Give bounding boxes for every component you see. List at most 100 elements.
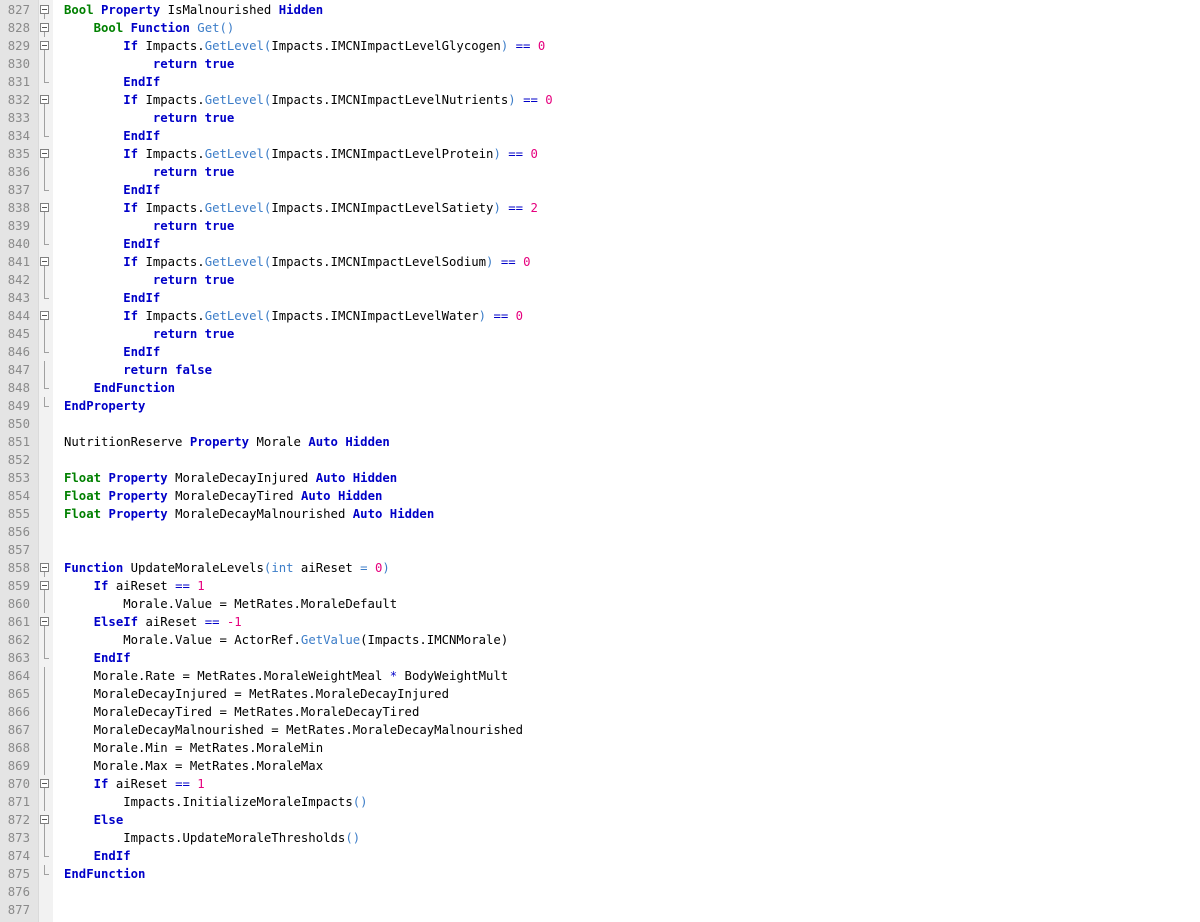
- code-line[interactable]: 853 Float Property MoraleDecayInjured Aut…: [0, 469, 1200, 487]
- code-text[interactable]: MoraleDecayMalnourished = MetRates.Moral…: [64, 721, 523, 739]
- code-line[interactable]: 827 Bool Property IsMalnourished Hidden: [0, 1, 1200, 19]
- code-line[interactable]: 872 Else: [0, 811, 1200, 829]
- code-text[interactable]: return false: [64, 361, 212, 379]
- code-text[interactable]: EndIf: [64, 847, 131, 865]
- code-line[interactable]: 835 If Impacts.GetLevel(Impacts.IMCNImpa…: [0, 145, 1200, 163]
- code-text[interactable]: If Impacts.GetLevel(Impacts.IMCNImpactLe…: [64, 307, 523, 325]
- code-text[interactable]: If Impacts.GetLevel(Impacts.IMCNImpactLe…: [64, 37, 545, 55]
- code-line[interactable]: 856: [0, 523, 1200, 541]
- code-text[interactable]: Float Property MoraleDecayMalnourished A…: [64, 505, 434, 523]
- code-line[interactable]: 867 MoraleDecayMalnourished = MetRates.M…: [0, 721, 1200, 739]
- code-text[interactable]: Impacts.UpdateMoraleThresholds(): [64, 829, 360, 847]
- code-text[interactable]: return true: [64, 55, 234, 73]
- code-line[interactable]: 841 If Impacts.GetLevel(Impacts.IMCNImpa…: [0, 253, 1200, 271]
- code-text[interactable]: return true: [64, 325, 234, 343]
- fold-collapse-icon[interactable]: [39, 613, 51, 631]
- code-line[interactable]: 837 EndIf: [0, 181, 1200, 199]
- code-editor[interactable]: 827 Bool Property IsMalnourished Hidden 82…: [0, 0, 1200, 922]
- code-text[interactable]: MoraleDecayTired = MetRates.MoraleDecayT…: [64, 703, 420, 721]
- code-text[interactable]: EndProperty: [64, 397, 145, 415]
- code-text[interactable]: If aiReset == 1: [64, 577, 205, 595]
- code-text[interactable]: return true: [64, 271, 234, 289]
- code-text[interactable]: Morale.Value = ActorRef.GetValue(Impacts…: [64, 631, 508, 649]
- code-line[interactable]: 869 Morale.Max = MetRates.MoraleMax: [0, 757, 1200, 775]
- code-line[interactable]: 862 Morale.Value = ActorRef.GetValue(Imp…: [0, 631, 1200, 649]
- code-text[interactable]: If aiReset == 1: [64, 775, 205, 793]
- code-line[interactable]: 861 ElseIf aiReset == -1: [0, 613, 1200, 631]
- code-line[interactable]: 866 MoraleDecayTired = MetRates.MoraleDe…: [0, 703, 1200, 721]
- code-line[interactable]: 873 Impacts.UpdateMoraleThresholds(): [0, 829, 1200, 847]
- code-line[interactable]: 843 EndIf: [0, 289, 1200, 307]
- code-text[interactable]: Morale.Max = MetRates.MoraleMax: [64, 757, 324, 775]
- code-line[interactable]: 857: [0, 541, 1200, 559]
- code-line[interactable]: 860 Morale.Value = MetRates.MoraleDefaul…: [0, 595, 1200, 613]
- code-text[interactable]: EndIf: [64, 181, 160, 199]
- code-line[interactable]: 833 return true: [0, 109, 1200, 127]
- code-text[interactable]: return true: [64, 217, 234, 235]
- fold-collapse-icon[interactable]: [39, 91, 51, 109]
- code-text[interactable]: Morale.Rate = MetRates.MoraleWeightMeal …: [64, 667, 509, 685]
- code-text[interactable]: Bool Function Get(): [64, 19, 235, 37]
- code-line[interactable]: 870 If aiReset == 1: [0, 775, 1200, 793]
- code-line[interactable]: 855 Float Property MoraleDecayMalnourishe…: [0, 505, 1200, 523]
- fold-collapse-icon[interactable]: [39, 307, 51, 325]
- fold-collapse-icon[interactable]: [39, 37, 51, 55]
- code-text[interactable]: If Impacts.GetLevel(Impacts.IMCNImpactLe…: [64, 199, 538, 217]
- code-line[interactable]: 868 Morale.Min = MetRates.MoraleMin: [0, 739, 1200, 757]
- code-text[interactable]: Function UpdateMoraleLevels(int aiReset …: [64, 559, 390, 577]
- code-line[interactable]: 865 MoraleDecayInjured = MetRates.Morale…: [0, 685, 1200, 703]
- code-line[interactable]: 836 return true: [0, 163, 1200, 181]
- fold-collapse-icon[interactable]: [39, 811, 51, 829]
- fold-collapse-icon[interactable]: [39, 775, 51, 793]
- code-text[interactable]: ElseIf aiReset == -1: [64, 613, 242, 631]
- code-line[interactable]: 828 Bool Function Get(): [0, 19, 1200, 37]
- fold-collapse-icon[interactable]: [39, 577, 51, 595]
- code-line[interactable]: 874 EndIf: [0, 847, 1200, 865]
- code-text[interactable]: Morale.Min = MetRates.MoraleMin: [64, 739, 324, 757]
- code-line[interactable]: 834 EndIf: [0, 127, 1200, 145]
- fold-collapse-icon[interactable]: [39, 253, 51, 271]
- code-line[interactable]: 851 NutritionReserve Property Morale Auto…: [0, 433, 1200, 451]
- fold-collapse-icon[interactable]: [39, 1, 51, 19]
- code-line[interactable]: 859 If aiReset == 1: [0, 577, 1200, 595]
- code-line[interactable]: 829 If Impacts.GetLevel(Impacts.IMCNImpa…: [0, 37, 1200, 55]
- code-line[interactable]: 840 EndIf: [0, 235, 1200, 253]
- code-line[interactable]: 847 return false: [0, 361, 1200, 379]
- code-line[interactable]: 858 Function UpdateMoraleLevels(int aiRes…: [0, 559, 1200, 577]
- code-text[interactable]: EndIf: [64, 235, 160, 253]
- code-line[interactable]: 842 return true: [0, 271, 1200, 289]
- code-text[interactable]: Morale.Value = MetRates.MoraleDefault: [64, 595, 397, 613]
- code-line[interactable]: 875 EndFunction: [0, 865, 1200, 883]
- fold-collapse-icon[interactable]: [39, 145, 51, 163]
- code-text[interactable]: return true: [64, 163, 234, 181]
- code-line[interactable]: 848 EndFunction: [0, 379, 1200, 397]
- code-text[interactable]: If Impacts.GetLevel(Impacts.IMCNImpactLe…: [64, 145, 538, 163]
- code-text[interactable]: NutritionReserve Property Morale Auto Hi…: [64, 433, 390, 451]
- code-text[interactable]: If Impacts.GetLevel(Impacts.IMCNImpactLe…: [64, 253, 530, 271]
- code-line[interactable]: 839 return true: [0, 217, 1200, 235]
- code-text[interactable]: EndIf: [64, 343, 160, 361]
- code-text[interactable]: Else: [64, 811, 124, 829]
- code-text[interactable]: Float Property MoraleDecayTired Auto Hid…: [64, 487, 382, 505]
- code-text[interactable]: return true: [64, 109, 234, 127]
- code-text[interactable]: Bool Property IsMalnourished Hidden: [64, 1, 323, 19]
- code-line[interactable]: 832 If Impacts.GetLevel(Impacts.IMCNImpa…: [0, 91, 1200, 109]
- code-line[interactable]: 852: [0, 451, 1200, 469]
- code-line[interactable]: 849 EndProperty: [0, 397, 1200, 415]
- code-text[interactable]: Float Property MoraleDecayInjured Auto H…: [64, 469, 397, 487]
- code-text[interactable]: EndIf: [64, 73, 160, 91]
- code-line[interactable]: 877: [0, 901, 1200, 919]
- code-text[interactable]: EndIf: [64, 127, 160, 145]
- code-text[interactable]: If Impacts.GetLevel(Impacts.IMCNImpactLe…: [64, 91, 552, 109]
- code-line[interactable]: 831 EndIf: [0, 73, 1200, 91]
- code-text[interactable]: EndIf: [64, 289, 160, 307]
- fold-collapse-icon[interactable]: [39, 199, 51, 217]
- code-line[interactable]: 845 return true: [0, 325, 1200, 343]
- code-line[interactable]: 854 Float Property MoraleDecayTired Auto …: [0, 487, 1200, 505]
- code-line[interactable]: 876: [0, 883, 1200, 901]
- code-text[interactable]: EndFunction: [64, 379, 175, 397]
- code-line[interactable]: 844 If Impacts.GetLevel(Impacts.IMCNImpa…: [0, 307, 1200, 325]
- code-text[interactable]: EndFunction: [64, 865, 145, 883]
- code-line[interactable]: 864 Morale.Rate = MetRates.MoraleWeightM…: [0, 667, 1200, 685]
- code-line[interactable]: 871 Impacts.InitializeMoraleImpacts(): [0, 793, 1200, 811]
